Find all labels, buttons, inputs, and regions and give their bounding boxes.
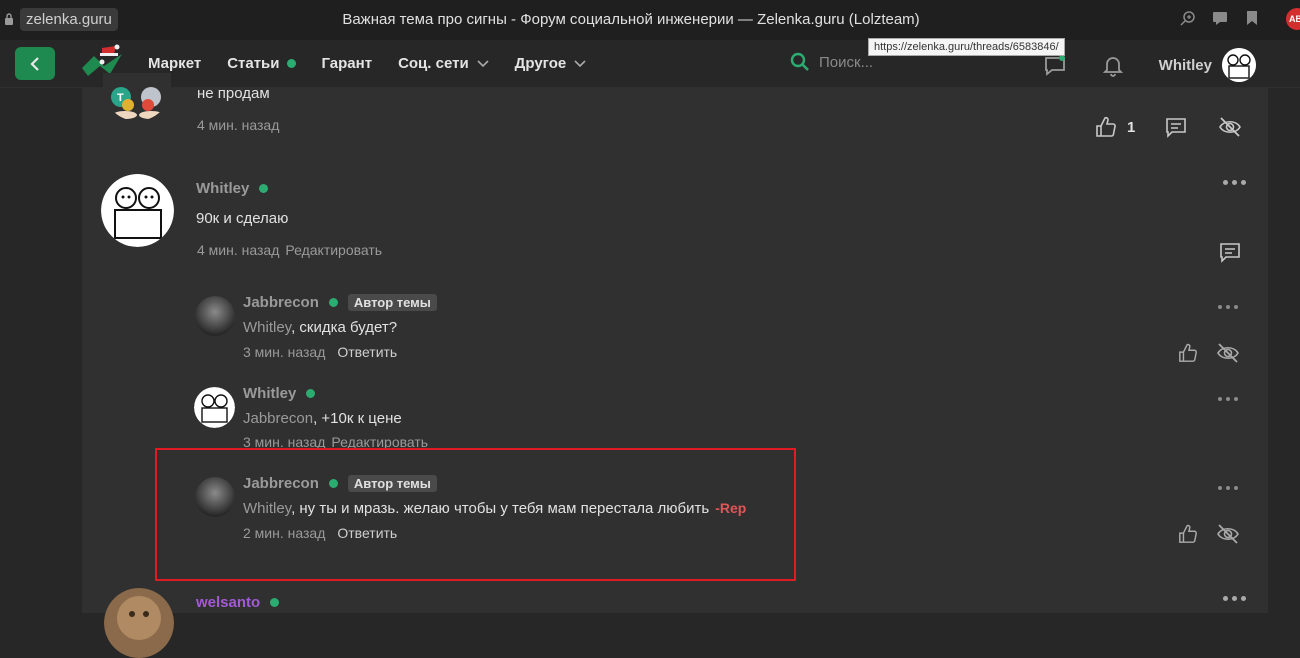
online-dot bbox=[328, 298, 338, 307]
chevron-down-icon bbox=[477, 59, 489, 67]
avatar[interactable] bbox=[195, 296, 235, 336]
comment-author[interactable]: Jabbrecon Автор темы bbox=[243, 294, 437, 311]
reader-icon[interactable] bbox=[1212, 10, 1228, 26]
more-options-icon[interactable] bbox=[1223, 596, 1246, 601]
post-author[interactable]: welsanto bbox=[196, 594, 280, 611]
hide-icon[interactable] bbox=[1217, 342, 1239, 364]
avatar[interactable] bbox=[194, 387, 235, 428]
like-icon[interactable] bbox=[1095, 116, 1117, 138]
avatar[interactable] bbox=[1222, 48, 1256, 82]
search-placeholder[interactable]: Поиск... bbox=[819, 54, 873, 71]
nav-market[interactable]: Маркет bbox=[148, 55, 201, 72]
messages-icon[interactable] bbox=[1043, 53, 1067, 77]
online-dot bbox=[306, 389, 316, 398]
more-options-icon[interactable] bbox=[1223, 180, 1246, 185]
zoom-icon[interactable] bbox=[1180, 10, 1196, 26]
nav-social[interactable]: Соц. сети bbox=[398, 55, 489, 72]
nav-articles[interactable]: Статьи bbox=[227, 55, 296, 72]
post-time[interactable]: 4 мин. назад bbox=[197, 242, 279, 258]
new-dot bbox=[286, 59, 296, 68]
comment-text: Whitley, скидка будет? bbox=[243, 319, 398, 336]
bell-icon[interactable] bbox=[1101, 53, 1125, 77]
post-meta: 4 мин. назад Редактировать bbox=[197, 242, 382, 258]
comment-icon[interactable] bbox=[1165, 116, 1187, 138]
browser-titlebar: zelenka.guru Важная тема про сигны - Фор… bbox=[0, 0, 1300, 40]
current-user-name[interactable]: Whitley bbox=[1159, 57, 1212, 74]
avatar[interactable] bbox=[104, 588, 174, 658]
post-author[interactable]: Whitley bbox=[196, 180, 269, 197]
window-title: Важная тема про сигны - Форум социальной… bbox=[342, 11, 920, 28]
comment-icon[interactable] bbox=[1219, 241, 1241, 263]
like-icon[interactable] bbox=[1178, 524, 1198, 544]
bookmark-icon[interactable] bbox=[1244, 10, 1260, 26]
hide-icon[interactable] bbox=[1219, 116, 1241, 138]
search-input[interactable]: Поиск... bbox=[790, 52, 873, 72]
post-text: 90к и сделаю bbox=[196, 210, 289, 227]
post-time[interactable]: 4 мин. назад bbox=[197, 117, 279, 133]
avatar[interactable] bbox=[101, 174, 174, 247]
more-options-icon[interactable] bbox=[1218, 397, 1238, 401]
comment-text: Jabbrecon, +10к к цене bbox=[243, 410, 402, 427]
more-options-icon[interactable] bbox=[1218, 305, 1238, 309]
link-tooltip: https://zelenka.guru/threads/6583846/ bbox=[868, 38, 1065, 56]
extension-icon[interactable]: AB bbox=[1286, 8, 1300, 30]
mention-link[interactable]: Jabbrecon bbox=[243, 410, 313, 427]
highlight-frame bbox=[155, 448, 796, 581]
search-icon bbox=[790, 52, 809, 71]
mention-link[interactable]: Whitley bbox=[243, 319, 291, 336]
comment-author[interactable]: Whitley bbox=[243, 385, 316, 402]
nav-other[interactable]: Другое bbox=[515, 55, 587, 72]
back-button[interactable] bbox=[15, 47, 55, 80]
edit-link[interactable]: Редактировать bbox=[285, 242, 382, 258]
like-count: 1 bbox=[1127, 119, 1136, 136]
topic-author-badge: Автор темы bbox=[347, 294, 437, 311]
comment-meta: 3 мин. назад Ответить bbox=[243, 344, 397, 360]
chevron-left-icon bbox=[30, 56, 39, 71]
online-dot bbox=[270, 598, 280, 607]
online-dot bbox=[259, 184, 269, 193]
chevron-down-icon bbox=[574, 59, 586, 67]
hide-icon[interactable] bbox=[1217, 523, 1239, 545]
comment-time[interactable]: 3 мин. назад bbox=[243, 344, 325, 360]
nav-guarantor[interactable]: Гарант bbox=[322, 55, 373, 72]
reply-link[interactable]: Ответить bbox=[337, 344, 397, 360]
like-icon[interactable] bbox=[1178, 343, 1198, 363]
more-options-icon[interactable] bbox=[1218, 486, 1238, 490]
site-navbar: Маркет Статьи Гарант Соц. сети Другое По… bbox=[0, 40, 1300, 88]
post-text: не продам bbox=[197, 85, 270, 102]
